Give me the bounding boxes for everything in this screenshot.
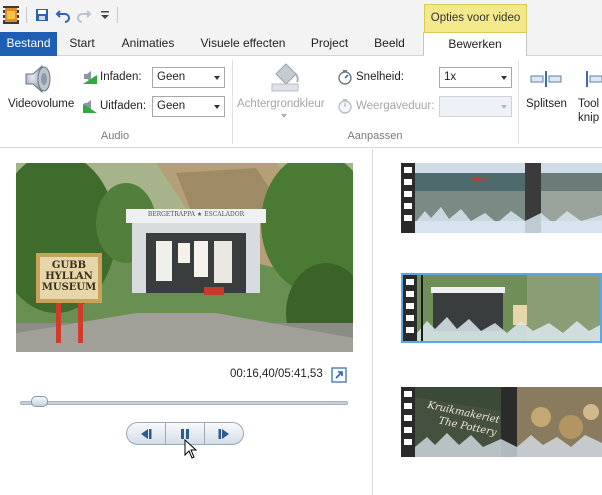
building-sign-text: BERGETRAPPA ★ ESCALADOR — [147, 211, 245, 218]
seek-thumb[interactable] — [31, 396, 49, 407]
split-label[interactable]: Splitsen — [526, 98, 567, 110]
fade-in-label: Infaden: — [100, 71, 142, 83]
tab-animations[interactable]: Animaties — [112, 32, 184, 56]
trim-label-line2[interactable]: knip — [578, 112, 599, 124]
background-color-label[interactable]: Achtergrondkleur — [237, 98, 325, 110]
sign-text: GUBB HYLLAN MUSEUM — [40, 260, 98, 293]
sign-line-1: GUBB — [51, 260, 87, 271]
previous-frame-button[interactable] — [126, 422, 166, 445]
customize-toolbar-icon[interactable] — [97, 7, 113, 23]
speed-label: Snelheid: — [356, 71, 404, 83]
tab-view[interactable]: Beeld — [362, 32, 417, 56]
toolbar-separator — [26, 7, 27, 23]
quick-access-toolbar: Opties voor video — [0, 0, 602, 32]
chevron-down-icon — [214, 76, 220, 80]
speed-value: 1x — [444, 71, 457, 83]
fade-out-value: Geen — [157, 100, 186, 112]
tab-file[interactable]: Bestand — [0, 32, 57, 56]
clip-thumbnail — [401, 163, 602, 233]
storyboard-clip[interactable]: Shop — [401, 163, 602, 233]
next-frame-icon — [218, 429, 229, 439]
group-label-audio: Audio — [100, 130, 130, 142]
ribbon: Videovolume Infaden: Geen Uitfaden: Geen… — [0, 56, 602, 148]
duration-dropdown[interactable] — [439, 96, 512, 117]
clip-thumbnail — [403, 275, 600, 341]
tab-start[interactable]: Start — [57, 32, 107, 56]
storyboard-clip-selected[interactable] — [401, 273, 602, 343]
trim-label-line1[interactable]: Tool — [578, 98, 599, 110]
speed-dropdown[interactable]: 1x — [439, 67, 512, 88]
timecode: 00:16,40/05:41,53 — [230, 368, 323, 380]
next-frame-button[interactable] — [204, 422, 244, 445]
save-icon[interactable] — [34, 7, 50, 23]
fade-out-label: Uitfaden: — [100, 100, 147, 112]
video-preview[interactable]: GUBB HYLLAN MUSEUM BERGETRAPPA ★ ESCALAD… — [16, 163, 353, 352]
redo-icon[interactable] — [76, 7, 92, 23]
ribbon-tab-row: Bestand Start Animaties Visuele effecten… — [0, 32, 602, 57]
preview-pane: GUBB HYLLAN MUSEUM BERGETRAPPA ★ ESCALAD… — [0, 149, 372, 495]
movie-maker-app-icon[interactable] — [3, 6, 19, 24]
speaker-volume-icon[interactable] — [22, 62, 56, 96]
chevron-down-icon — [501, 76, 507, 80]
fade-in-dropdown[interactable]: Geen — [152, 67, 225, 88]
storyboard-clip[interactable]: Kruikmakeriet The Pottery — [401, 387, 602, 457]
tab-project[interactable]: Project — [302, 32, 357, 56]
group-separator — [232, 60, 233, 144]
tab-visual-effects[interactable]: Visuele effecten — [190, 32, 296, 56]
split-icon[interactable] — [530, 70, 562, 88]
chevron-down-icon — [281, 114, 287, 118]
duration-icon — [338, 99, 352, 114]
group-label-adjust: Aanpassen — [347, 130, 403, 142]
group-separator — [518, 60, 519, 144]
seek-bar[interactable] — [20, 401, 348, 405]
clip-sign-text: Shop — [471, 177, 489, 184]
speed-icon — [338, 70, 352, 85]
sign-line-2: HYLLAN — [45, 271, 93, 282]
sign-line-3: MUSEUM — [41, 282, 97, 293]
fade-in-icon — [83, 71, 97, 84]
fade-out-dropdown[interactable]: Geen — [152, 96, 225, 117]
contextual-tab-header: Opties voor video — [424, 4, 527, 32]
fullscreen-icon[interactable] — [331, 367, 347, 383]
undo-icon[interactable] — [55, 7, 71, 23]
tab-edit[interactable]: Bewerken — [423, 32, 527, 57]
video-volume-label[interactable]: Videovolume — [8, 98, 74, 110]
video-frame-image — [16, 163, 353, 352]
fade-in-value: Geen — [157, 71, 186, 83]
toolbar-separator — [117, 7, 118, 23]
fade-out-icon — [83, 100, 97, 113]
chevron-down-icon — [214, 105, 220, 109]
chevron-down-icon — [501, 105, 507, 109]
mouse-cursor-icon — [184, 439, 198, 459]
duration-label: Weergaveduur: — [356, 100, 435, 112]
previous-frame-icon — [141, 429, 152, 439]
storyboard-pane: Shop Kruikmakeriet The Pottery — [373, 149, 602, 495]
playhead-indicator[interactable] — [421, 275, 423, 341]
paint-bucket-icon[interactable] — [268, 60, 302, 94]
trim-tool-icon[interactable] — [584, 70, 602, 88]
